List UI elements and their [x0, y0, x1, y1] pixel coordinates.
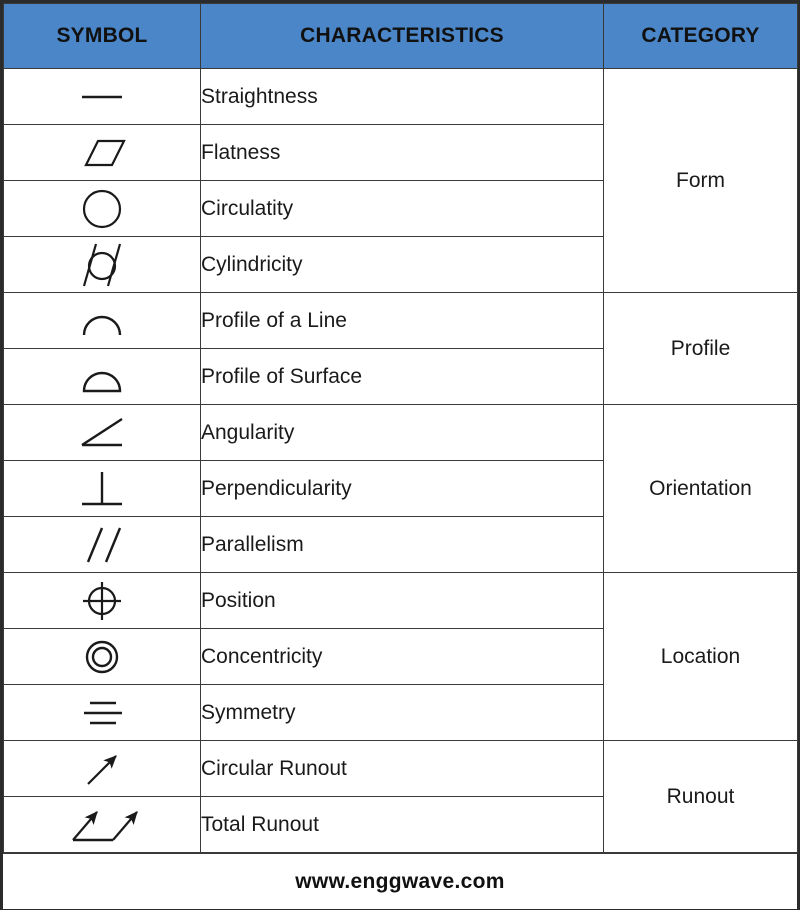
symbol-cell	[3, 348, 201, 405]
table-header-row: SYMBOL CHARACTERISTICS CATEGORY	[3, 3, 798, 69]
characteristic-cell: Flatness	[200, 124, 604, 181]
symbol-cell	[3, 684, 201, 741]
symbol-cell	[3, 180, 201, 237]
symbol-cell	[3, 68, 201, 125]
symbol-cell	[3, 796, 201, 853]
footer-website-text: www.enggwave.com	[295, 869, 505, 893]
symbol-cell	[3, 628, 201, 685]
circular-runout-symbol	[4, 746, 200, 792]
table-header: SYMBOL CHARACTERISTICS CATEGORY	[3, 3, 798, 69]
symbol-cell	[3, 516, 201, 573]
symbol-cell	[3, 572, 201, 629]
profile-of-a-line-symbol	[4, 299, 200, 343]
circularity-symbol	[4, 185, 200, 233]
table-row: Position Location	[3, 572, 798, 741]
table-row: Straightness Form	[3, 68, 798, 293]
symbol-cell	[3, 236, 201, 293]
symbol-cell	[3, 292, 201, 349]
table-row: Angularity Orientation	[3, 404, 798, 573]
flatness-symbol	[4, 131, 200, 175]
characteristic-cell: Angularity	[200, 404, 604, 461]
straightness-symbol	[4, 75, 200, 119]
gdt-symbols-table: SYMBOL CHARACTERISTICS CATEGORY Straight…	[3, 3, 798, 853]
characteristic-cell: Total Runout	[200, 796, 604, 853]
symbol-cell	[3, 124, 201, 181]
category-cell-orientation: Orientation	[603, 404, 798, 573]
symmetry-symbol	[4, 691, 200, 735]
profile-of-surface-symbol	[4, 355, 200, 399]
table-body: Straightness Form Flatness Circulatity C…	[3, 68, 798, 853]
total-runout-symbol	[4, 802, 200, 848]
characteristic-cell: Position	[200, 572, 604, 629]
category-cell-runout: Runout	[603, 740, 798, 853]
table-row: Profile of a Line Profile	[3, 292, 798, 405]
characteristic-cell: Symmetry	[200, 684, 604, 741]
position-symbol	[4, 577, 200, 625]
footer-bar: www.enggwave.com	[3, 853, 797, 909]
characteristic-cell: Circular Runout	[200, 740, 604, 797]
parallelism-symbol	[4, 522, 200, 568]
symbol-cell	[3, 404, 201, 461]
characteristic-cell: Concentricity	[200, 628, 604, 685]
gdt-symbols-table-container: SYMBOL CHARACTERISTICS CATEGORY Straight…	[0, 0, 800, 910]
column-header-symbol: SYMBOL	[3, 3, 201, 69]
perpendicularity-symbol	[4, 466, 200, 512]
category-cell-profile: Profile	[603, 292, 798, 405]
cylindricity-symbol	[4, 240, 200, 290]
angularity-symbol	[4, 411, 200, 455]
characteristic-cell: Cylindricity	[200, 236, 604, 293]
category-cell-form: Form	[603, 68, 798, 293]
characteristic-cell: Straightness	[200, 68, 604, 125]
characteristic-cell: Parallelism	[200, 516, 604, 573]
concentricity-symbol	[4, 634, 200, 680]
column-header-category: CATEGORY	[603, 3, 798, 69]
symbol-cell	[3, 460, 201, 517]
category-cell-location: Location	[603, 572, 798, 741]
characteristic-cell: Profile of Surface	[200, 348, 604, 405]
characteristic-cell: Perpendicularity	[200, 460, 604, 517]
table-row: Circular Runout Runout	[3, 740, 798, 853]
column-header-characteristics: CHARACTERISTICS	[200, 3, 604, 69]
characteristic-cell: Circulatity	[200, 180, 604, 237]
symbol-cell	[3, 740, 201, 797]
characteristic-cell: Profile of a Line	[200, 292, 604, 349]
